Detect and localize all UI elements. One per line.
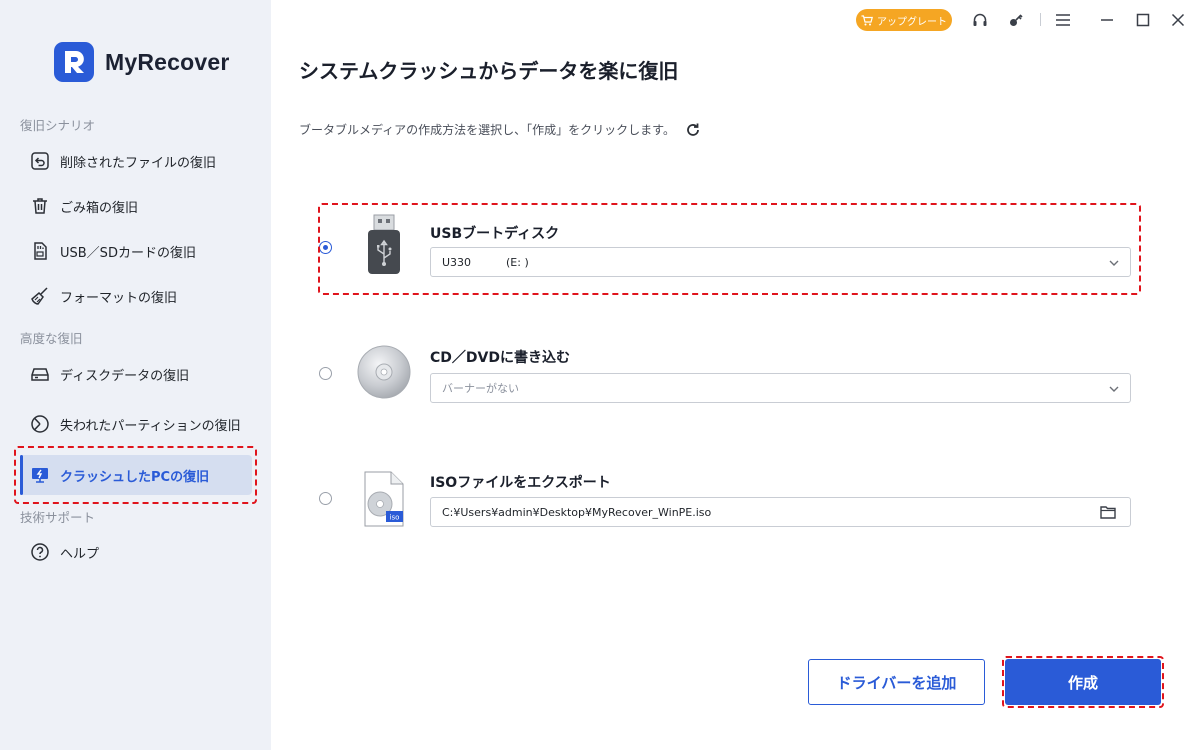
crashed-pc-icon — [29, 464, 51, 486]
key-license-icon[interactable] — [1006, 10, 1026, 30]
option-label-cd-dvd: CD／DVDに書き込む — [430, 350, 570, 366]
myrecover-logo-icon — [54, 42, 94, 82]
chevron-down-icon — [1108, 257, 1120, 269]
section-label-support: 技術サポート — [20, 510, 96, 525]
upgrade-button[interactable]: アップグレート — [856, 9, 952, 31]
sidebar-item-label: ごみ箱の復旧 — [60, 200, 139, 216]
undo-box-icon — [29, 150, 51, 172]
option-label-iso: ISOファイルをエクスポート — [430, 475, 611, 491]
sidebar-item-label: 失われたパーティションの復旧 — [60, 418, 241, 434]
iso-path-input[interactable]: C:¥Users¥admin¥Desktop¥MyRecover_WinPE.i… — [430, 497, 1131, 527]
usb-drive-select-value: U330 (E: ) — [442, 255, 529, 269]
active-indicator — [20, 455, 23, 495]
sidebar-item-label: USB／SDカードの復旧 — [60, 245, 196, 261]
sidebar-item-disk-data[interactable]: ディスクデータの復旧 — [20, 354, 252, 394]
sidebar-item-label: クラッシュしたPCの復旧 — [60, 469, 210, 485]
svg-text:iso: iso — [390, 514, 400, 522]
sidebar-item-recycle-bin[interactable]: ごみ箱の復旧 — [20, 186, 252, 226]
burner-select-value: バーナーがない — [442, 382, 519, 395]
sidebar-item-help[interactable]: ヘルプ — [20, 532, 252, 572]
refresh-icon[interactable] — [685, 122, 701, 138]
partition-pie-icon — [29, 413, 51, 435]
close-icon[interactable] — [1168, 10, 1188, 30]
broom-icon — [29, 285, 51, 307]
help-icon — [29, 541, 51, 563]
sidebar-item-format[interactable]: フォーマットの復旧 — [20, 276, 252, 316]
cd-disc-icon — [356, 342, 412, 402]
sidebar: MyRecover 復旧シナリオ 削除されたファイルの復旧 ごみ箱の復旧 USB… — [0, 0, 271, 750]
cart-icon — [861, 14, 873, 26]
iso-path-value: C:¥Users¥admin¥Desktop¥MyRecover_WinPE.i… — [442, 505, 712, 519]
app-logo: MyRecover — [54, 42, 230, 82]
option-cd-dvd: CD／DVDに書き込む バーナーがない — [318, 330, 1140, 420]
titlebar-separator — [1040, 13, 1041, 26]
radio-usb-boot-disk[interactable] — [319, 241, 332, 254]
instruction-text: ブータブルメディアの作成方法を選択し、「作成」をクリックします。 — [299, 123, 675, 137]
burner-select[interactable]: バーナーがない — [430, 373, 1131, 403]
headset-support-icon[interactable] — [970, 10, 990, 30]
sidebar-item-lost-partition[interactable]: 失われたパーティションの復旧 — [20, 404, 252, 444]
sidebar-item-label: 削除されたファイルの復旧 — [60, 155, 217, 171]
hard-disk-icon — [29, 363, 51, 385]
usb-drive-select[interactable]: U330 (E: ) — [430, 247, 1131, 277]
sd-card-icon — [29, 240, 51, 262]
sidebar-item-deleted-files[interactable]: 削除されたファイルの復旧 — [20, 141, 252, 181]
folder-browse-icon[interactable] — [1100, 505, 1116, 519]
radio-iso-export[interactable] — [319, 492, 332, 505]
instruction-text-row: ブータブルメディアの作成方法を選択し、「作成」をクリックします。 — [299, 121, 701, 138]
sidebar-item-label: ヘルプ — [60, 546, 100, 562]
create-button[interactable]: 作成 — [1005, 659, 1161, 705]
maximize-icon[interactable] — [1133, 10, 1153, 30]
option-label-usb: USBブートディスク — [430, 226, 560, 242]
minimize-icon[interactable] — [1097, 10, 1117, 30]
radio-cd-dvd[interactable] — [319, 367, 332, 380]
trash-icon — [29, 195, 51, 217]
page-title: システムクラッシュからデータを楽に復旧 — [299, 59, 679, 83]
iso-file-icon: iso — [356, 469, 412, 529]
add-driver-button[interactable]: ドライバーを追加 — [808, 659, 985, 705]
option-usb-boot-disk: USBブートディスク U330 (E: ) — [318, 203, 1140, 293]
section-label-scenarios: 復旧シナリオ — [20, 118, 96, 133]
usb-drive-icon — [356, 214, 412, 275]
app-name: MyRecover — [105, 48, 230, 75]
sidebar-item-usb-sd[interactable]: USB／SDカードの復旧 — [20, 231, 252, 271]
upgrade-label: アップグレート — [877, 16, 947, 28]
sidebar-item-label: フォーマットの復旧 — [60, 290, 178, 306]
sidebar-item-label: ディスクデータの復旧 — [60, 368, 190, 384]
menu-icon[interactable] — [1053, 10, 1073, 30]
chevron-down-icon — [1108, 383, 1120, 395]
sidebar-item-crashed-pc[interactable]: クラッシュしたPCの復旧 — [20, 455, 252, 495]
option-iso-export: iso ISOファイルをエクスポート C:¥Users¥admin¥Deskto… — [318, 455, 1140, 545]
section-label-advanced: 高度な復旧 — [20, 331, 83, 346]
